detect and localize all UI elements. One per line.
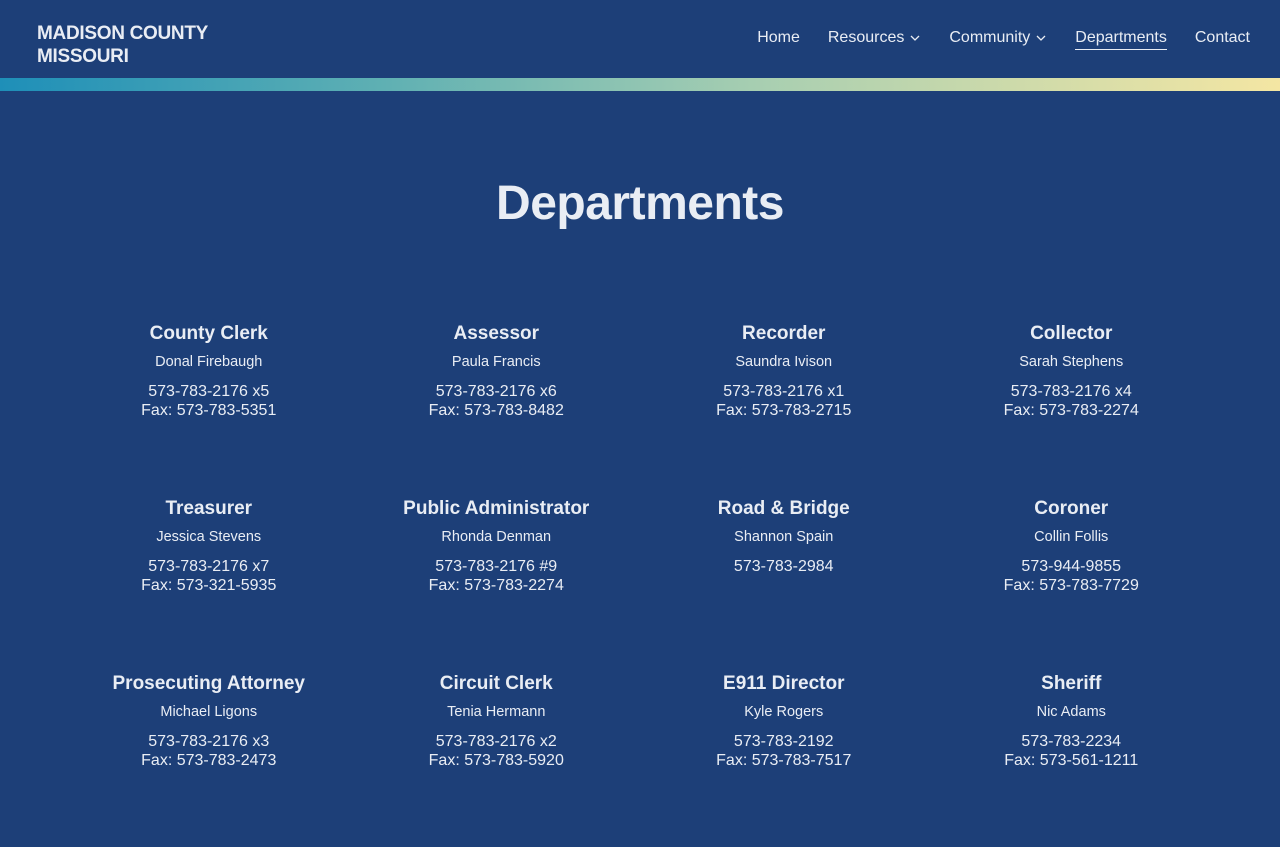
department-phone[interactable]: 573-944-9855: [928, 557, 1216, 576]
department-card: Circuit Clerk Tenia Hermann 573-783-2176 x…: [353, 672, 641, 847]
department-fax: Fax: 573-783-7729: [1003, 577, 1139, 594]
department-fax: Fax: 573-783-8482: [428, 402, 564, 419]
department-card: E911 Director Kyle Rogers 573-783-2192 Fax:…: [640, 672, 928, 847]
department-phone[interactable]: 573-783-2176 x3: [65, 732, 353, 751]
department-head: Donal Firebaugh: [155, 354, 263, 370]
nav-contact[interactable]: Contact: [1195, 29, 1250, 50]
department-card: Sheriff Nic Adams 573-783-2234 Fax: 573-561…: [928, 672, 1216, 847]
department-phone[interactable]: 573-783-2176 x4: [928, 382, 1216, 401]
department-fax: Fax: 573-783-2274: [1003, 402, 1139, 419]
department-name: Prosecuting Attorney: [112, 673, 306, 694]
department-card: Recorder Saundra Ivison 573-783-2176 x1 Fax…: [640, 322, 928, 497]
department-name: Assessor: [453, 323, 540, 344]
department-phone[interactable]: 573-783-2234: [928, 732, 1216, 751]
department-head: Kyle Rogers: [744, 704, 824, 720]
department-name: Collector: [1030, 323, 1113, 344]
brand-line-2: MISSOURI: [37, 46, 129, 67]
chevron-down-icon: [909, 32, 921, 44]
department-card: Collector Sarah Stephens 573-783-2176 x4 Fa…: [928, 322, 1216, 497]
nav-home-label: Home: [757, 29, 800, 46]
nav-departments[interactable]: Departments: [1075, 29, 1167, 50]
department-phone[interactable]: 573-783-2176 x6: [353, 382, 641, 401]
department-head: Saundra Ivison: [735, 354, 833, 370]
department-fax: Fax: 573-321-5935: [141, 577, 277, 594]
department-head: Paula Francis: [451, 354, 541, 370]
department-fax: Fax: 573-783-5351: [141, 402, 277, 419]
departments-grid: County Clerk Donal Firebaugh 573-783-2176 …: [65, 322, 1215, 847]
department-phone[interactable]: 573-783-2176 x5: [65, 382, 353, 401]
department-card: Coroner Collin Follis 573-944-9855 Fax: 573…: [928, 497, 1216, 672]
department-name: Recorder: [742, 323, 826, 344]
department-name: Road & Bridge: [717, 498, 850, 519]
department-card: County Clerk Donal Firebaugh 573-783-2176 …: [65, 322, 353, 497]
department-head: Rhonda Denman: [441, 529, 552, 545]
page-title: Departments: [496, 177, 784, 230]
department-phone[interactable]: 573-783-2176 x2: [353, 732, 641, 751]
chevron-down-icon: [1035, 32, 1047, 44]
department-card: Road & Bridge Shannon Spain 573-783-2984: [640, 497, 928, 672]
brand-line-1: MADISON COUNTY: [37, 23, 209, 44]
department-name: Treasurer: [165, 498, 253, 519]
department-fax: Fax: 573-783-2274: [428, 577, 564, 594]
department-fax: Fax: 573-783-2473: [141, 752, 277, 769]
department-card: Assessor Paula Francis 573-783-2176 x6 Fax:…: [353, 322, 641, 497]
site-logo[interactable]: MADISON COUNTY MISSOURI: [37, 22, 208, 68]
department-name: Circuit Clerk: [439, 673, 553, 694]
department-head: Jessica Stevens: [156, 529, 262, 545]
department-head: Nic Adams: [1036, 704, 1106, 720]
nav-home[interactable]: Home: [757, 29, 800, 50]
department-phone[interactable]: 573-783-2984: [640, 557, 928, 576]
nav-contact-label: Contact: [1194, 29, 1250, 46]
department-name: Coroner: [1034, 498, 1109, 519]
department-phone[interactable]: 573-783-2176 x7: [65, 557, 353, 576]
department-name: Public Administrator: [403, 498, 590, 519]
department-name: E911 Director: [723, 673, 845, 694]
department-fax: Fax: 573-783-7517: [716, 752, 852, 769]
department-phone[interactable]: 573-783-2176 #9: [353, 557, 641, 576]
department-fax: Fax: 573-783-2715: [716, 402, 852, 419]
department-phone[interactable]: 573-783-2192: [640, 732, 928, 751]
department-card: Treasurer Jessica Stevens 573-783-2176 x7 F…: [65, 497, 353, 672]
department-head: Shannon Spain: [734, 529, 834, 545]
nav-community[interactable]: Community: [949, 29, 1047, 50]
department-phone[interactable]: 573-783-2176 x1: [640, 382, 928, 401]
department-head: Tenia Hermann: [447, 704, 546, 720]
header-gradient-bar: [0, 78, 1280, 91]
nav-resources-label: Resources: [827, 29, 905, 46]
department-name: County Clerk: [149, 323, 268, 344]
site-header: MADISON COUNTY MISSOURI Home Resources C…: [0, 0, 1280, 78]
main-nav: Home Resources Community Departments Con…: [757, 29, 1250, 50]
department-head: Michael Ligons: [160, 704, 258, 720]
nav-resources[interactable]: Resources: [828, 29, 921, 50]
department-fax: Fax: 573-561-1211: [1004, 752, 1139, 769]
department-name: Sheriff: [1041, 673, 1102, 694]
nav-departments-label: Departments: [1075, 29, 1167, 46]
nav-community-label: Community: [949, 29, 1031, 46]
department-head: Sarah Stephens: [1019, 354, 1124, 370]
department-fax: Fax: 573-783-5920: [428, 752, 564, 769]
department-head: Collin Follis: [1034, 529, 1109, 545]
department-card: Public Administrator Rhonda Denman 573-783…: [353, 497, 641, 672]
department-card: Prosecuting Attorney Michael Ligons 573-78…: [65, 672, 353, 847]
